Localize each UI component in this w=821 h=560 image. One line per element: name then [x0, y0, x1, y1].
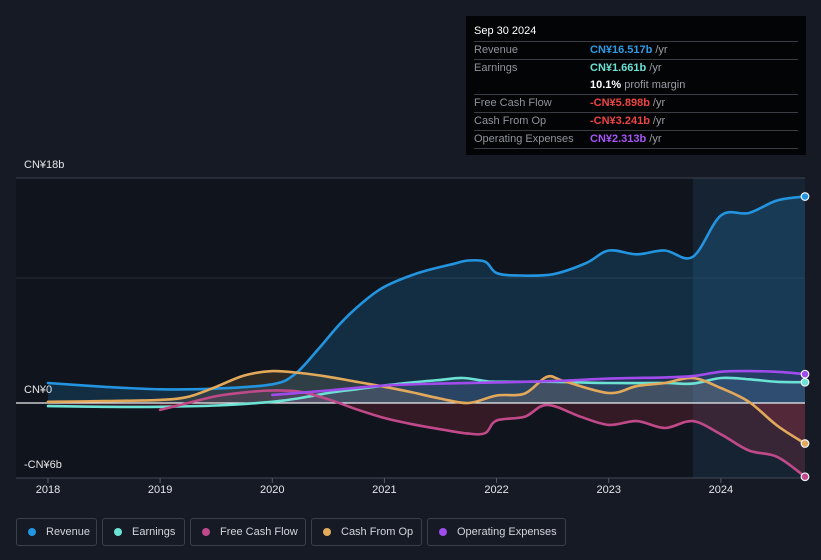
x-tick-label: 2020	[260, 484, 285, 496]
tooltip-unit: profit margin	[624, 79, 686, 91]
series-end-dot-opex	[800, 369, 810, 379]
tooltip-row-operating-expenses: Operating Expenses CN¥2.313b /yr	[474, 130, 798, 149]
legend-label: Revenue	[46, 526, 91, 538]
x-tick-label: 2023	[596, 484, 621, 496]
tooltip-unit: /yr	[655, 44, 668, 56]
legend-label: Operating Expenses	[457, 526, 557, 538]
dot-icon	[114, 528, 122, 536]
series-end-dot-revenue	[800, 192, 810, 201]
x-tick-label: 2019	[147, 484, 173, 496]
x-tick-label: 2024	[708, 484, 734, 496]
series-end-dot-fcf	[800, 472, 810, 482]
y-tick-label: CN¥18b	[24, 159, 65, 171]
x-tick-label: 2021	[372, 484, 397, 496]
legend-label: Cash From Op	[341, 526, 414, 538]
legend-item-free-cash-flow[interactable]: Free Cash Flow	[190, 518, 306, 546]
tooltip-value: CN¥1.661b	[590, 62, 647, 74]
y-tick-label: CN¥0	[24, 384, 53, 396]
tooltip-unit: /yr	[649, 62, 662, 74]
tooltip-value: -CN¥5.898b	[590, 97, 650, 109]
x-tick-label: 2018	[35, 484, 61, 496]
dot-icon	[202, 528, 210, 536]
y-tick-label: -CN¥6b	[24, 459, 62, 471]
legend-label: Earnings	[132, 526, 176, 538]
tooltip-row-revenue: Revenue CN¥16.517b /yr	[474, 41, 798, 59]
tooltip-label: Operating Expenses	[474, 133, 574, 145]
tooltip-date: Sep 30 2024	[474, 25, 537, 37]
tooltip-unit: /yr	[652, 97, 666, 109]
tooltip-unit: /yr	[649, 133, 662, 145]
series-end-dot-cfo	[800, 439, 810, 448]
legend-item-revenue[interactable]: Revenue	[16, 518, 97, 546]
legend-label: Free Cash Flow	[220, 526, 298, 538]
dot-icon	[323, 528, 331, 536]
dot-icon	[28, 528, 36, 536]
tooltip-value: CN¥2.313b	[590, 133, 647, 145]
tooltip-label	[474, 77, 590, 94]
tooltip-label: Cash From Op	[474, 115, 547, 127]
tooltip-row-earnings: Earnings CN¥1.661b /yr 10.1% profit marg…	[474, 59, 798, 94]
series-end-dot-earnings	[800, 377, 810, 387]
dot-icon	[439, 528, 447, 536]
tooltip-value: CN¥16.517b	[590, 44, 653, 56]
legend-item-earnings[interactable]: Earnings	[102, 518, 185, 546]
tooltip-value: 10.1%	[590, 79, 622, 91]
tooltip-row-cash-from-op: Cash From Op -CN¥3.241b /yr	[474, 112, 798, 130]
tooltip-unit: /yr	[652, 115, 666, 127]
legend-item-operating-expenses[interactable]: Operating Expenses	[427, 518, 566, 546]
tooltip-label: Revenue	[474, 44, 519, 56]
tooltip-label: Earnings	[474, 62, 518, 74]
tooltip-profit-margin: 10.1% profit margin	[474, 77, 798, 94]
tooltip-value: -CN¥3.241b	[590, 115, 650, 127]
legend: Revenue Earnings Free Cash Flow Cash Fro…	[16, 518, 566, 546]
tooltip-row-free-cash-flow: Free Cash Flow -CN¥5.898b /yr	[474, 94, 798, 112]
tooltip-label: Free Cash Flow	[474, 97, 552, 109]
x-tick-label: 2022	[484, 484, 509, 496]
legend-item-cash-from-op[interactable]: Cash From Op	[311, 518, 422, 546]
tooltip: Sep 30 2024 Revenue CN¥16.517b /yr Earni…	[466, 16, 806, 155]
